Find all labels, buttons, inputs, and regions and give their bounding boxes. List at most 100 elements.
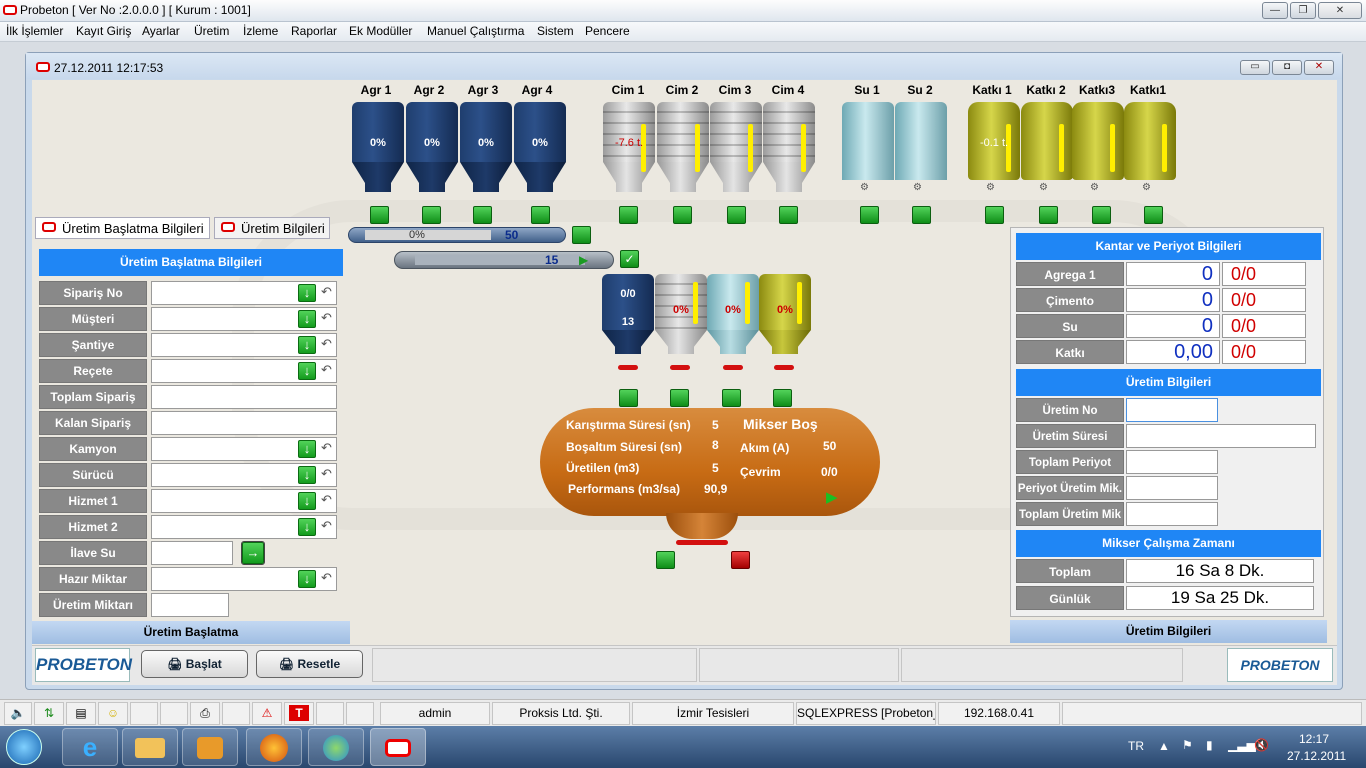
maximize-button[interactable]: ❐ (1290, 2, 1316, 19)
taskbar-messenger-icon[interactable] (308, 728, 364, 766)
printer-icon[interactable]: ⎙ (190, 702, 220, 725)
gate-button-su2[interactable] (912, 206, 931, 224)
start-menu-button[interactable] (6, 729, 42, 765)
dropdown-siparis-no-button[interactable]: ↓ (298, 284, 316, 302)
start-button[interactable]: 🖨 Başlat (141, 650, 248, 678)
tray-language[interactable]: TR (1128, 739, 1144, 753)
app-icon[interactable] (3, 5, 17, 15)
input-ilave-su[interactable] (151, 541, 233, 565)
gate-button-katki2[interactable] (1039, 206, 1058, 224)
tab-uretim-bilgileri[interactable]: Üretim Bilgileri (214, 217, 330, 239)
taskbar-explorer-icon[interactable] (122, 728, 178, 766)
taskbar-probeton-icon[interactable] (370, 728, 426, 766)
tab-uretim-baslatma[interactable]: Üretim Başlatma Bilgileri (35, 217, 210, 239)
taskbar-firefox-icon[interactable] (246, 728, 302, 766)
input-kalan-siparis[interactable] (151, 411, 337, 435)
mixer-run-icon[interactable]: ▶ (826, 488, 838, 506)
uretim-input-uretim-no[interactable] (1126, 398, 1218, 422)
menu-raporlar[interactable]: Raporlar (291, 24, 337, 38)
taskbar-media-icon[interactable] (182, 728, 238, 766)
clear-hizmet-1-icon[interactable]: ↶ (321, 492, 335, 508)
gate-button-agr1[interactable] (370, 206, 389, 224)
gate-button-katki3[interactable] (1092, 206, 1111, 224)
menu-ilk-islemler[interactable]: İlk İşlemler (6, 24, 63, 38)
kantar-ratio-katki: 0/0 (1222, 340, 1306, 364)
dropdown-santiye-button[interactable]: ↓ (298, 336, 316, 354)
dropdown-kamyon-button[interactable]: ↓ (298, 440, 316, 458)
uretim-input-periyot-uretim-mik[interactable] (1126, 476, 1218, 500)
dropdown-surucu-button[interactable]: ↓ (298, 466, 316, 484)
clear-surucu-icon[interactable]: ↶ (321, 466, 335, 482)
gate-button-cim3[interactable] (727, 206, 746, 224)
smiley-icon[interactable]: ☺ (98, 702, 128, 725)
gate-button-cim4[interactable] (779, 206, 798, 224)
dropdown-hizmet-1-button[interactable]: ↓ (298, 492, 316, 510)
right-panel-footer[interactable]: Üretim Bilgileri (1010, 620, 1327, 643)
hopper-su-button[interactable] (722, 389, 741, 407)
speaker-icon[interactable]: 🔈 (4, 702, 32, 725)
child-minimize-button[interactable]: ▭ (1240, 60, 1270, 75)
gate-button-su1[interactable] (860, 206, 879, 224)
uretim-input-uretim-suresi[interactable] (1126, 424, 1316, 448)
child-maximize-button[interactable]: ◘ (1272, 60, 1302, 75)
gate-button-cim2[interactable] (673, 206, 692, 224)
mixer-close-button[interactable] (731, 551, 750, 569)
dropdown-hizmet-2-button[interactable]: ↓ (298, 518, 316, 536)
device-icon[interactable]: ▤ (66, 702, 96, 725)
tray-volume-icon[interactable]: 🔇 (1254, 738, 1269, 752)
warning-icon[interactable]: ⚠ (252, 702, 282, 725)
menu-pencere[interactable]: Pencere (585, 24, 630, 38)
network-icon[interactable]: ⇅ (34, 702, 64, 725)
close-button[interactable]: ✕ (1318, 2, 1362, 19)
hopper-katki-button[interactable] (773, 389, 792, 407)
hopper-cim-button[interactable] (670, 389, 689, 407)
menu-ek-moduller[interactable]: Ek Modüller (349, 24, 412, 38)
tray-date[interactable]: 27.12.2011 (1287, 749, 1346, 763)
tray-network-icon[interactable]: ▁▃▅ (1228, 738, 1256, 752)
gate-button-agr4[interactable] (531, 206, 550, 224)
silo-katki4: ⚙ (1124, 102, 1176, 193)
t-icon[interactable]: T (284, 702, 314, 725)
apply-ilave-su-button[interactable]: → (241, 541, 265, 565)
clear-santiye-icon[interactable]: ↶ (321, 336, 335, 352)
clear-recete-icon[interactable]: ↶ (321, 362, 335, 378)
uretim-input-toplam-uretim-mik[interactable] (1126, 502, 1218, 526)
conveyor-button[interactable] (572, 226, 591, 244)
menu-kayit-giris[interactable]: Kayıt Giriş (76, 24, 131, 38)
dropdown-hazir-miktar-button[interactable]: ↓ (298, 570, 316, 588)
menu-manuel-calistirma[interactable]: Manuel Çalıştırma (427, 24, 524, 38)
clear-kamyon-icon[interactable]: ↶ (321, 440, 335, 456)
menu-uretim[interactable]: Üretim (194, 24, 229, 38)
gate-button-katki1[interactable] (985, 206, 1004, 224)
input-uretim-miktari[interactable] (151, 593, 229, 617)
mixer-open-button[interactable] (656, 551, 675, 569)
minimize-button[interactable]: — (1262, 2, 1288, 19)
dropdown-recete-button[interactable]: ↓ (298, 362, 316, 380)
reset-button[interactable]: 🖨 Resetle (256, 650, 363, 678)
tray-battery-icon[interactable]: ▮ (1206, 738, 1213, 752)
tray-flag-icon[interactable]: ⚑ (1182, 738, 1193, 752)
gate-button-katki4[interactable] (1144, 206, 1163, 224)
dropdown-musteri-button[interactable]: ↓ (298, 310, 316, 328)
tray-time[interactable]: 12:17 (1299, 732, 1329, 746)
menu-izleme[interactable]: İzleme (243, 24, 278, 38)
menu-ayarlar[interactable]: Ayarlar (142, 24, 180, 38)
menu-sistem[interactable]: Sistem (537, 24, 574, 38)
clear-hizmet-2-icon[interactable]: ↶ (321, 518, 335, 534)
gate-button-agr2[interactable] (422, 206, 441, 224)
silo-label-katki1: Katkı 1 (972, 83, 1012, 97)
tray-arrow-icon[interactable]: ▲ (1158, 739, 1170, 753)
label-siparis-no: Sipariş No (39, 281, 147, 305)
gate-button-agr3[interactable] (473, 206, 492, 224)
child-close-button[interactable]: ✕ (1304, 60, 1334, 75)
input-toplam-siparis[interactable] (151, 385, 337, 409)
taskbar-ie-icon[interactable]: e (62, 728, 118, 766)
gate-button-cim1[interactable] (619, 206, 638, 224)
left-panel-footer[interactable]: Üretim Başlatma (32, 621, 350, 644)
uretim-input-toplam-periyot[interactable] (1126, 450, 1218, 474)
hopper-agr-button[interactable] (619, 389, 638, 407)
clear-hazir-miktar-icon[interactable]: ↶ (321, 570, 335, 586)
clear-musteri-icon[interactable]: ↶ (321, 310, 335, 326)
clear-siparis-no-icon[interactable]: ↶ (321, 284, 335, 300)
belt-confirm-button[interactable]: ✓ (620, 250, 639, 268)
